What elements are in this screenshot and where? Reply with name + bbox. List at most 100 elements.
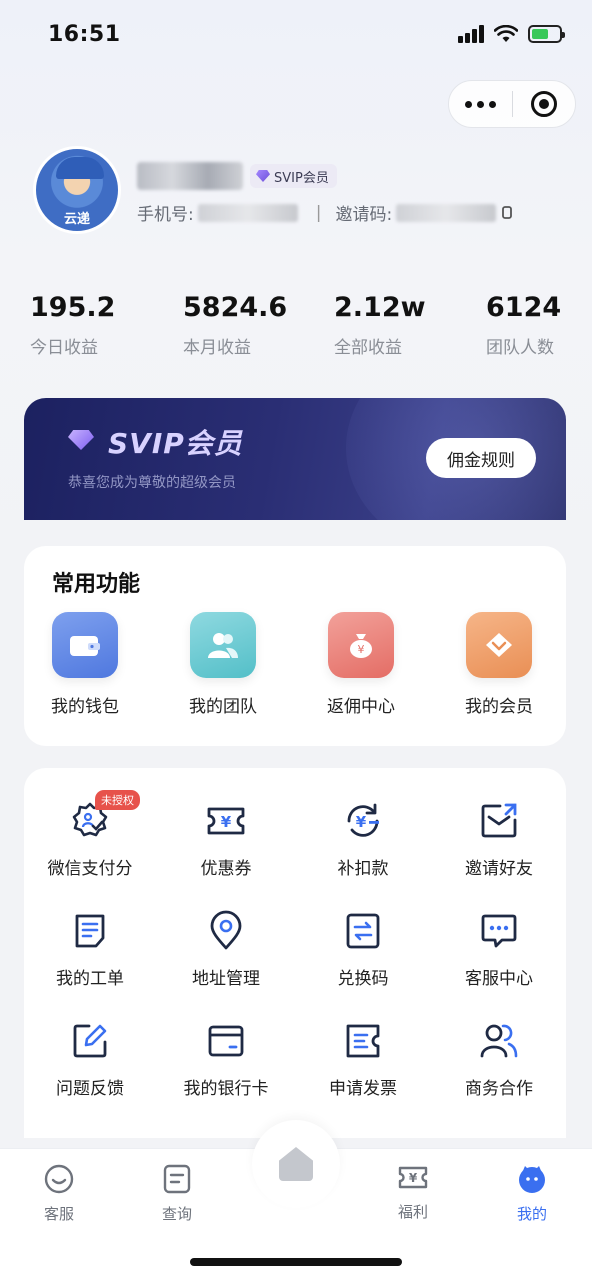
close-button[interactable]: [513, 91, 576, 117]
tab-label: 查询: [161, 1205, 192, 1223]
query-icon: [161, 1163, 193, 1195]
battery-icon: [528, 25, 565, 43]
home-indicator[interactable]: [190, 1258, 402, 1266]
stat-value: 5824.6: [183, 292, 288, 323]
miniprogram-capsule: [448, 80, 576, 128]
wallet-icon: [52, 612, 118, 678]
stat-total-income[interactable]: 2.12w 全部收益: [334, 292, 426, 358]
tool-label: 我的工单: [56, 969, 124, 989]
stat-label: 今日收益: [30, 338, 98, 358]
tab-home[interactable]: [252, 1120, 340, 1208]
tool-exchange-code[interactable]: 兑换码: [303, 910, 423, 989]
svip-banner: SVIP会员 恭喜您成为尊敬的超级会员 佣金规则: [24, 398, 566, 520]
stat-month-income[interactable]: 5824.6 本月收益: [183, 292, 287, 358]
function-rebate-center[interactable]: ¥ 返佣中心: [311, 612, 411, 717]
tool-business-cooperation[interactable]: 商务合作: [439, 1020, 559, 1099]
stat-today-income[interactable]: 195.2 今日收益: [30, 292, 115, 358]
commission-rules-button[interactable]: 佣金规则: [426, 438, 536, 478]
function-label: 我的团队: [189, 697, 257, 717]
invoice-icon: [342, 1020, 384, 1062]
tool-my-work-order[interactable]: 我的工单: [30, 910, 150, 989]
tool-address-management[interactable]: 地址管理: [166, 910, 286, 989]
business-icon: [478, 1020, 520, 1062]
welfare-icon: ¥: [397, 1161, 429, 1193]
svip-badge-label: SVIP会员: [274, 170, 329, 186]
tool-label: 问题反馈: [56, 1079, 124, 1099]
coupon-icon: ¥: [205, 800, 247, 842]
svip-badge: SVIP会员: [250, 164, 337, 188]
username-blurred: [137, 162, 243, 190]
tool-label: 商务合作: [465, 1079, 533, 1099]
tab-customer-service[interactable]: 客服: [19, 1163, 99, 1224]
edit-icon: [69, 1020, 111, 1062]
tool-label: 申请发票: [329, 1079, 397, 1099]
common-functions-heading: 常用功能: [52, 572, 141, 597]
tool-customer-service-center[interactable]: 客服中心: [439, 910, 559, 989]
tool-invite-friends[interactable]: 邀请好友: [439, 800, 559, 879]
member-diamond-icon: [466, 612, 532, 678]
info-divider: |: [315, 202, 322, 223]
tool-refund[interactable]: ¥ 补扣款: [303, 800, 423, 879]
function-my-member[interactable]: 我的会员: [449, 612, 549, 717]
stat-value: 195.2: [30, 292, 116, 323]
tab-label: 我的: [516, 1205, 547, 1223]
tab-welfare[interactable]: ¥ 福利: [373, 1161, 453, 1222]
tool-label: 补扣款: [337, 859, 389, 879]
tool-label: 邀请好友: [465, 859, 533, 879]
tool-label: 我的银行卡: [183, 1079, 269, 1099]
stat-value: 2.12w: [334, 292, 426, 323]
profile-icon: [516, 1163, 548, 1195]
tool-label: 兑换码: [337, 969, 389, 989]
svg-text:¥: ¥: [358, 643, 365, 656]
wifi-icon: [494, 25, 518, 42]
profile-info-line: 手机号: | 邀请码:: [137, 200, 514, 225]
bank-card-icon: [205, 1020, 247, 1062]
team-icon: [190, 612, 256, 678]
tool-apply-invoice[interactable]: 申请发票: [303, 1020, 423, 1099]
home-icon: [279, 1147, 313, 1181]
location-icon: [205, 910, 247, 952]
function-my-wallet[interactable]: 我的钱包: [35, 612, 135, 717]
avatar-brand-text: 云递: [63, 212, 90, 227]
tab-label: 福利: [397, 1203, 428, 1221]
stat-label: 全部收益: [334, 338, 402, 358]
tool-coupon[interactable]: ¥ 优惠券: [166, 800, 286, 879]
stat-label: 团队人数: [486, 338, 554, 358]
tab-mine[interactable]: 我的: [492, 1163, 572, 1224]
invite-code-blurred: [396, 203, 497, 222]
tool-wechat-pay-score[interactable]: 未授权 微信支付分: [30, 790, 150, 879]
tool-my-bank-card[interactable]: 我的银行卡: [166, 1020, 286, 1099]
function-my-team[interactable]: 我的团队: [173, 612, 273, 717]
stat-team-size[interactable]: 6124 团队人数: [486, 292, 561, 358]
refund-icon: ¥: [342, 800, 384, 842]
svip-diamond-icon: [68, 430, 94, 450]
wechat-pay-score-icon: 未授权: [69, 790, 140, 842]
phone-blurred: [197, 203, 298, 222]
avatar[interactable]: 云递: [33, 146, 121, 234]
phone-label: 手机号:: [137, 205, 194, 225]
svg-text:¥: ¥: [409, 1171, 418, 1185]
common-functions-card: 常用功能 我的钱包 我的团队 ¥ 返佣中心 我的会员: [24, 546, 566, 746]
invite-icon: [478, 800, 520, 842]
signal-icon: [458, 25, 484, 43]
banner-title: SVIP会员: [108, 427, 243, 460]
status-time: 16:51: [48, 22, 121, 47]
svg-text:¥: ¥: [221, 813, 232, 831]
tool-feedback[interactable]: 问题反馈: [30, 1020, 150, 1099]
customer-service-icon: [43, 1163, 75, 1195]
chat-icon: [478, 910, 520, 952]
tab-query[interactable]: 查询: [137, 1163, 217, 1224]
function-label: 我的会员: [465, 697, 533, 717]
stat-label: 本月收益: [183, 338, 251, 358]
stat-value: 6124: [486, 292, 562, 323]
close-circle-icon: [530, 91, 557, 117]
status-icons: [458, 25, 565, 43]
more-button[interactable]: [449, 100, 512, 108]
copy-icon[interactable]: [500, 205, 514, 221]
function-label: 我的钱包: [51, 697, 119, 717]
svg-text:¥: ¥: [356, 813, 367, 831]
tools-grid-card: 未授权 微信支付分 ¥ 优惠券 ¥ 补扣款 邀请好友 我的工单 地址管理 兑换码…: [24, 768, 566, 1138]
tool-label: 地址管理: [192, 969, 260, 989]
function-label: 返佣中心: [327, 697, 395, 717]
exchange-code-icon: [342, 910, 384, 952]
